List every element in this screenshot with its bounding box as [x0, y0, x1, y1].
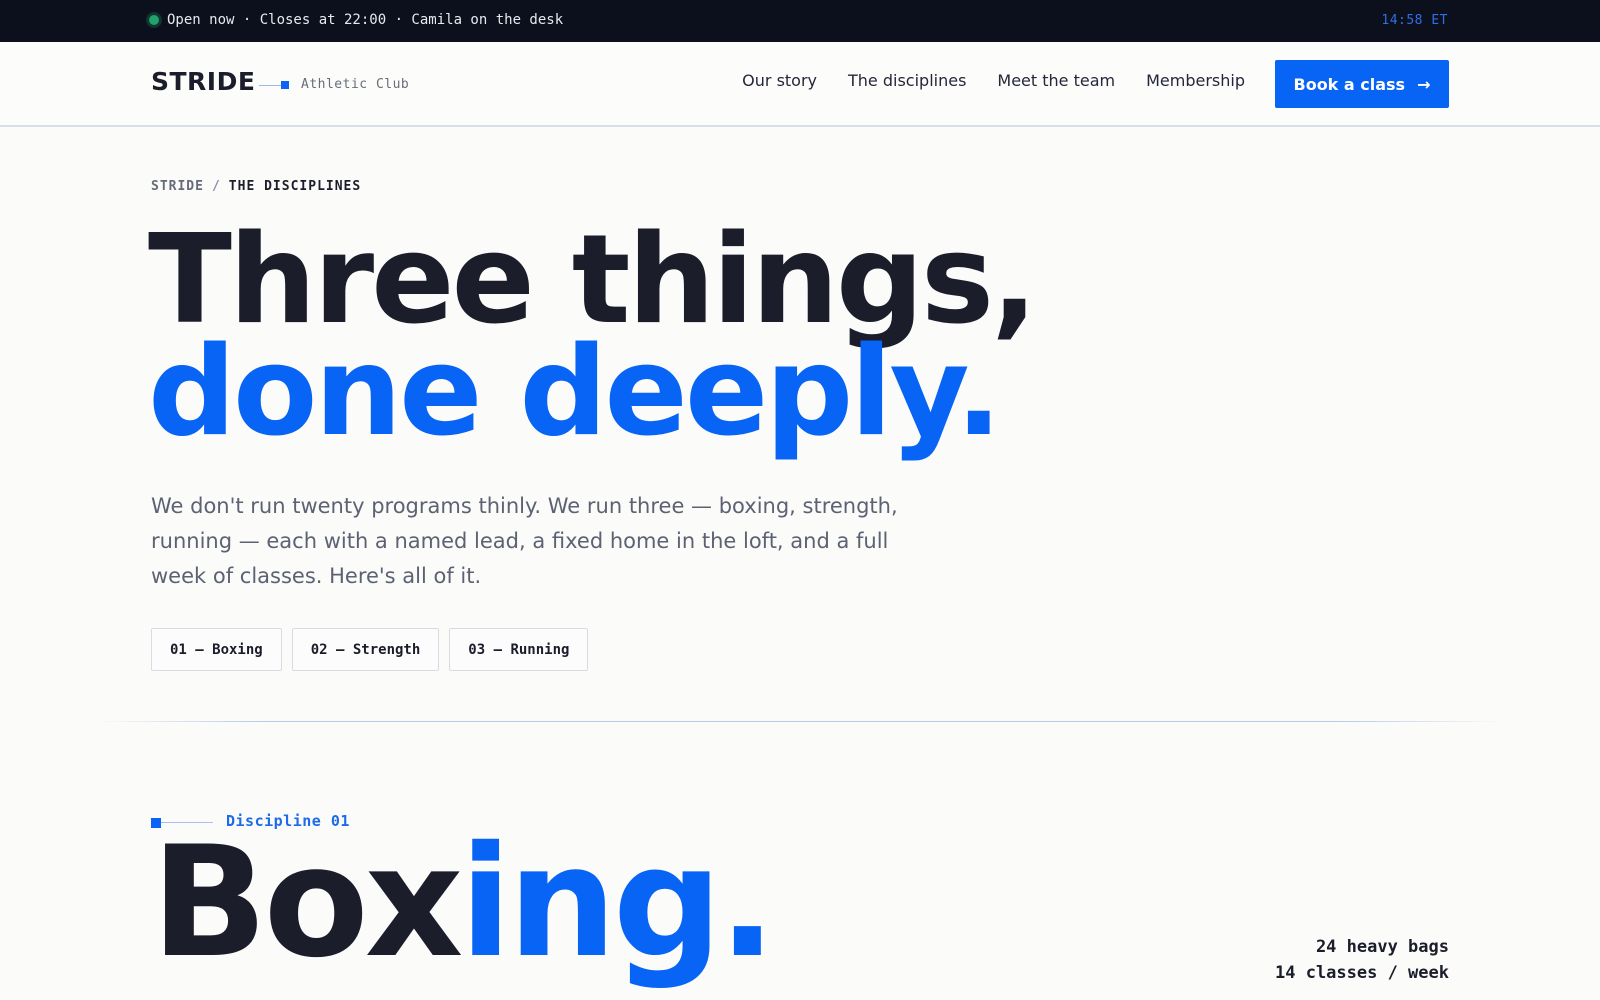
brand-rule — [259, 85, 281, 86]
discipline-stats: 24 heavy bags 14 classes / week — [1275, 934, 1449, 986]
discipline-title-part-2: ing. — [459, 814, 776, 992]
discipline-title: Boxing. — [151, 827, 776, 980]
breadcrumb-separator: / — [211, 179, 221, 194]
clock: 14:58 ET — [1381, 13, 1448, 28]
breadcrumb-root[interactable]: STRIDE — [151, 179, 204, 194]
status-text: Open now · Closes at 22:00 · Camila on t… — [167, 12, 564, 28]
section-divider — [95, 721, 1505, 722]
open-indicator-icon — [149, 15, 159, 25]
discipline-chips: 01 — Boxing 02 — Strength 03 — Running — [151, 628, 589, 671]
main-nav: Our story The disciplines Meet the team … — [742, 71, 1245, 90]
nav-meet-the-team[interactable]: Meet the team — [997, 71, 1115, 90]
arrow-right-icon: → — [1417, 74, 1431, 94]
discipline-title-part-1: Box — [151, 814, 463, 992]
intro-paragraph: We don't run twenty programs thinly. We … — [151, 494, 898, 588]
breadcrumb-current: THE DISCIPLINES — [228, 179, 362, 194]
stat-classes-per-week: 14 classes / week — [1275, 963, 1449, 983]
stat-heavy-bags: 24 heavy bags — [1315, 937, 1449, 957]
status-bar: Open now · Closes at 22:00 · Camila on t… — [0, 0, 1600, 42]
title-line-2: done deeply. — [148, 321, 1002, 464]
chip-running[interactable]: 03 — Running — [449, 628, 589, 671]
book-class-label: Book a class — [1293, 74, 1406, 94]
brand-square-icon — [281, 81, 289, 89]
site-header: STRIDE Athletic Club Our story The disci… — [0, 42, 1600, 127]
chip-boxing[interactable]: 01 — Boxing — [151, 628, 282, 671]
nav-the-disciplines[interactable]: The disciplines — [848, 71, 966, 90]
chip-strength[interactable]: 02 — Strength — [291, 628, 440, 671]
brand-subtitle: Athletic Club — [301, 77, 410, 92]
open-status: Open now · Closes at 22:00 · Camila on t… — [149, 12, 563, 28]
brand-logo[interactable]: STRIDE — [151, 67, 255, 96]
book-class-button[interactable]: Book a class → — [1275, 60, 1449, 108]
breadcrumb: STRIDE / THE DISCIPLINES — [151, 179, 361, 194]
nav-our-story[interactable]: Our story — [742, 71, 817, 90]
nav-membership[interactable]: Membership — [1146, 71, 1245, 90]
page-title: Three things, done deeply. — [148, 219, 1038, 464]
